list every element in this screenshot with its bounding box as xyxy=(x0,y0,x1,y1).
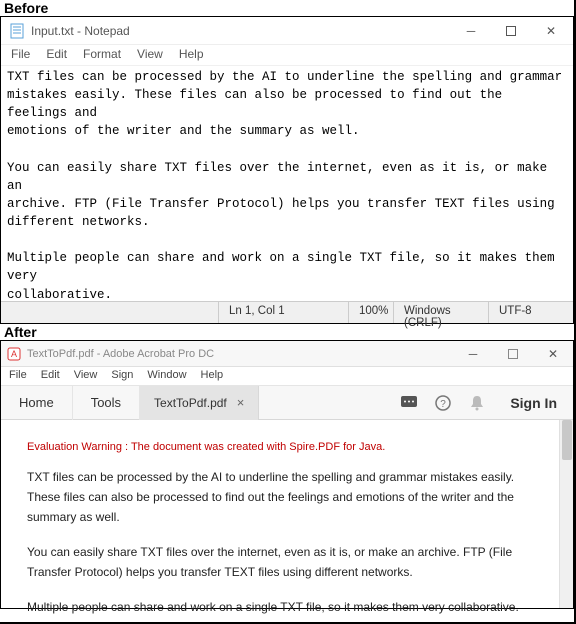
minimize-button[interactable]: ─ xyxy=(453,340,493,368)
before-label: Before xyxy=(0,0,574,16)
pdf-paragraph: TXT files can be processed by the AI to … xyxy=(27,467,533,528)
status-eol: Windows (CRLF) xyxy=(393,302,488,323)
help-icon[interactable]: ? xyxy=(426,386,460,420)
bell-icon[interactable] xyxy=(460,386,494,420)
acrobat-icon: A xyxy=(7,347,21,361)
pdf-paragraph: You can easily share TXT files over the … xyxy=(27,542,533,583)
acrobat-title: TextToPdf.pdf - Adobe Acrobat Pro DC xyxy=(27,348,453,360)
notepad-textarea[interactable]: TXT files can be processed by the AI to … xyxy=(1,65,573,301)
evaluation-warning: Evaluation Warning : The document was cr… xyxy=(27,438,533,457)
menu-view[interactable]: View xyxy=(137,47,163,61)
menu-help[interactable]: Help xyxy=(201,369,224,381)
notepad-icon xyxy=(9,23,25,39)
status-zoom: 100% xyxy=(348,302,393,323)
acrobat-toolbar: Home Tools TextToPdf.pdf × ? Sign In xyxy=(1,386,573,420)
menu-file[interactable]: File xyxy=(11,47,30,61)
close-button[interactable]: ✕ xyxy=(531,17,571,45)
svg-text:A: A xyxy=(11,349,17,359)
menu-sign[interactable]: Sign xyxy=(111,369,133,381)
maximize-button[interactable] xyxy=(493,340,533,368)
maximize-icon xyxy=(508,349,518,359)
scrollbar[interactable] xyxy=(559,420,573,608)
pdf-content: Evaluation Warning : The document was cr… xyxy=(1,420,559,608)
after-label: After xyxy=(0,324,574,340)
tab-label: TextToPdf.pdf xyxy=(154,396,227,410)
home-button[interactable]: Home xyxy=(1,386,73,420)
notepad-statusbar: Ln 1, Col 1 100% Windows (CRLF) UTF-8 xyxy=(1,301,573,323)
chat-icon[interactable] xyxy=(392,386,426,420)
svg-text:?: ? xyxy=(441,399,447,410)
maximize-icon xyxy=(506,26,516,36)
tab-close-button[interactable]: × xyxy=(237,395,245,410)
minimize-button[interactable]: ─ xyxy=(451,17,491,45)
acrobat-titlebar: A TextToPdf.pdf - Adobe Acrobat Pro DC ─… xyxy=(1,341,573,367)
close-button[interactable]: ✕ xyxy=(533,340,573,368)
menu-file[interactable]: File xyxy=(9,369,27,381)
notepad-menu: File Edit Format View Help xyxy=(1,45,573,65)
pdf-paragraph: Multiple people can share and work on a … xyxy=(27,597,533,617)
signin-button[interactable]: Sign In xyxy=(494,395,573,411)
menu-format[interactable]: Format xyxy=(83,47,121,61)
menu-edit[interactable]: Edit xyxy=(46,47,67,61)
status-position: Ln 1, Col 1 xyxy=(218,302,348,323)
notepad-titlebar: Input.txt - Notepad ─ ✕ xyxy=(1,17,573,45)
tools-button[interactable]: Tools xyxy=(73,386,140,420)
acrobat-menu: File Edit View Sign Window Help xyxy=(1,367,573,386)
menu-view[interactable]: View xyxy=(74,369,98,381)
status-encoding: UTF-8 xyxy=(488,302,573,323)
menu-window[interactable]: Window xyxy=(147,369,186,381)
acrobat-window: A TextToPdf.pdf - Adobe Acrobat Pro DC ─… xyxy=(0,340,574,609)
document-tab[interactable]: TextToPdf.pdf × xyxy=(140,386,259,420)
notepad-window: Input.txt - Notepad ─ ✕ File Edit Format… xyxy=(0,16,574,324)
menu-help[interactable]: Help xyxy=(179,47,204,61)
menu-edit[interactable]: Edit xyxy=(41,369,60,381)
maximize-button[interactable] xyxy=(491,17,531,45)
notepad-title: Input.txt - Notepad xyxy=(31,24,451,38)
